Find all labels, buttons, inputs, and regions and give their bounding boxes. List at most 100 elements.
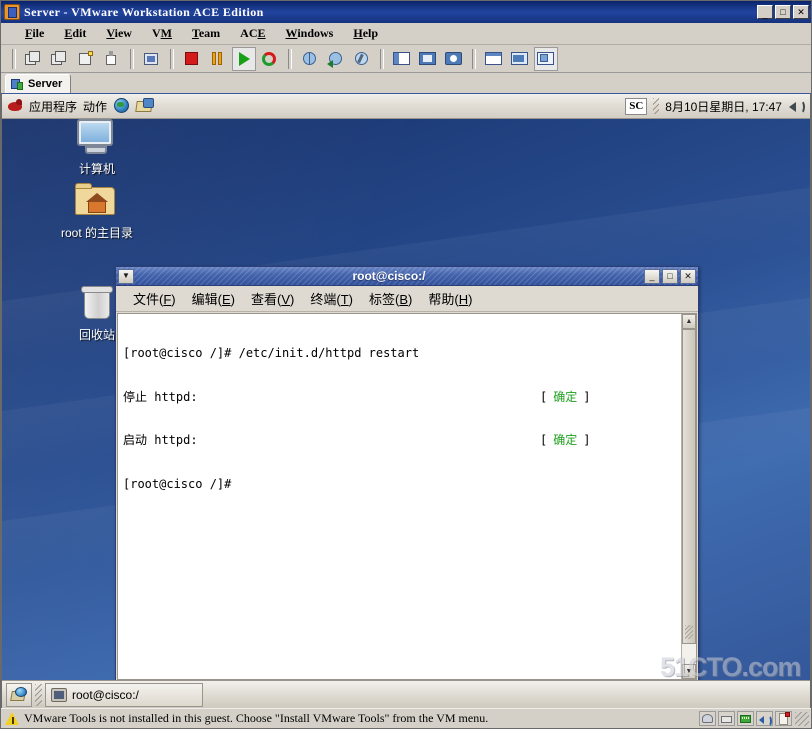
vm-stack-icon: [51, 50, 69, 67]
terminal-minimize-button[interactable]: _: [644, 268, 660, 284]
close-button[interactable]: ✕: [793, 5, 809, 19]
terminal-window[interactable]: ▼ root@cisco:/ _ □ ✕ 文件(F) 编辑(E) 查看(V) 终…: [115, 266, 699, 682]
network-icon[interactable]: [737, 711, 754, 726]
terminal-menu-tabs[interactable]: 标签(B): [362, 286, 419, 311]
terminal-menu-view[interactable]: 查看(V): [244, 286, 301, 311]
new-vm-button[interactable]: [74, 47, 98, 71]
terminal-body[interactable]: [root@cisco /]# /etc/init.d/httpd restar…: [117, 313, 697, 680]
terminal-menu-terminal[interactable]: 终端(T): [303, 286, 360, 311]
status-message: VMware Tools is not installed in this gu…: [24, 711, 489, 725]
desktop-icon-home[interactable]: root 的主目录: [58, 181, 136, 240]
stop-icon: [183, 51, 201, 67]
gnome-taskbar: root@cisco:/: [2, 680, 810, 708]
terminal-titlebar[interactable]: ▼ root@cisco:/ _ □ ✕: [116, 267, 698, 286]
guest-console[interactable]: 应用程序 动作 SC 8月10日星期日, 17:47 计算机 root 的主目录…: [1, 93, 811, 708]
power-on-vm-button[interactable]: [22, 47, 46, 71]
reset-icon: [261, 51, 279, 67]
gnome-panel-right: SC 8月10日星期日, 17:47: [625, 97, 806, 115]
maximize-button[interactable]: □: [775, 5, 791, 19]
devices-view-button[interactable]: [534, 46, 558, 71]
vm-tab-icon: [11, 78, 24, 91]
quick-switch-button[interactable]: [442, 47, 466, 71]
scroll-up-glyph: ▲: [685, 318, 693, 325]
main-menubar: File Edit View VM Team ACE Windows Help: [1, 23, 811, 45]
maximize-glyph: □: [780, 7, 786, 17]
show-sidebar-button[interactable]: [390, 47, 414, 71]
email-icon[interactable]: [136, 98, 155, 114]
terminal-line: 启动 httpd: [确定]: [123, 433, 676, 448]
fullscreen-button[interactable]: [416, 47, 440, 71]
menu-view[interactable]: View: [96, 24, 142, 43]
menu-file[interactable]: File: [15, 24, 54, 43]
gnome-panel-left: 应用程序 动作: [7, 98, 155, 115]
home-folder-icon: [73, 181, 121, 225]
panel-grip[interactable]: [653, 98, 660, 114]
snapshot-manager-button[interactable]: [350, 47, 374, 71]
cube-icon: [77, 50, 95, 67]
scrollbar-track[interactable]: [682, 329, 696, 664]
scrollbar-grip: [685, 624, 693, 639]
suspend-button[interactable]: [206, 47, 230, 71]
terminal-menu-help[interactable]: 帮助(H): [421, 286, 479, 311]
menu-vm[interactable]: VM: [142, 24, 182, 43]
device-status-icons: [699, 711, 792, 727]
taskbar-grip[interactable]: [35, 683, 42, 706]
trash-icon: [73, 283, 121, 327]
web-browser-icon[interactable]: [113, 98, 130, 114]
terminal-title: root@cisco:/: [352, 269, 426, 283]
summary-view-button[interactable]: [482, 47, 506, 71]
desktop-icon-home-label: root 的主目录: [60, 226, 133, 240]
terminal-scrollbar[interactable]: ▲ ▼: [681, 314, 696, 679]
show-desktop-button[interactable]: [6, 682, 32, 707]
menu-help[interactable]: Help: [343, 24, 388, 43]
vm-tabstrip: Server: [1, 73, 811, 93]
terminal-status-ok: 确定: [553, 389, 578, 404]
terminal-close-glyph: ✕: [684, 270, 692, 281]
window-menu-button[interactable]: ▼: [118, 268, 134, 284]
quick-switch-icon: [445, 51, 463, 67]
resize-grip[interactable]: [795, 711, 809, 726]
power-on-button[interactable]: [232, 46, 256, 71]
volume-icon[interactable]: [788, 98, 806, 114]
power-off-vm-button[interactable]: [48, 47, 72, 71]
sound-icon[interactable]: [756, 711, 773, 727]
terminal-menu-file[interactable]: 文件(F): [126, 286, 183, 311]
summary-icon: [485, 51, 503, 67]
take-snapshot-button[interactable]: [298, 47, 322, 71]
snapshot-button[interactable]: [140, 47, 164, 71]
floppy-icon[interactable]: [718, 711, 735, 726]
power-off-button[interactable]: [180, 47, 204, 71]
terminal-icon: [51, 687, 67, 702]
reset-button[interactable]: [258, 47, 282, 71]
gnome-menu-actions[interactable]: 动作: [83, 98, 107, 115]
menu-windows[interactable]: Windows: [276, 24, 344, 43]
window-controls: _ □ ✕: [757, 5, 809, 19]
main-toolbar: [1, 45, 811, 73]
scrollbar-thumb[interactable]: [682, 329, 696, 644]
console-view-button[interactable]: [508, 47, 532, 71]
menu-ace[interactable]: ACE: [230, 24, 275, 43]
document-icon[interactable]: [775, 711, 792, 726]
menu-edit[interactable]: Edit: [54, 24, 96, 43]
terminal-output[interactable]: [root@cisco /]# /etc/init.d/httpd restar…: [118, 314, 681, 679]
redhat-icon[interactable]: [7, 98, 23, 114]
window-menu-glyph: ▼: [122, 271, 130, 280]
desktop-icon-computer[interactable]: 计算机: [58, 119, 136, 176]
terminal-close-button[interactable]: ✕: [680, 268, 696, 284]
scroll-down-button[interactable]: ▼: [682, 664, 696, 679]
minimize-button[interactable]: _: [757, 5, 773, 19]
tab-server[interactable]: Server: [5, 74, 72, 93]
hard-disk-icon[interactable]: [699, 711, 716, 726]
panel-clock[interactable]: 8月10日星期日, 17:47: [665, 98, 782, 115]
terminal-menu-edit[interactable]: 编辑(E): [185, 286, 242, 311]
terminal-maximize-button[interactable]: □: [662, 268, 678, 284]
computer-icon: [73, 119, 121, 161]
gnome-menu-applications[interactable]: 应用程序: [29, 98, 77, 115]
scroll-up-button[interactable]: ▲: [682, 314, 696, 329]
keyboard-layout-indicator[interactable]: SC: [625, 97, 648, 115]
taskbar-item-terminal[interactable]: root@cisco:/: [45, 682, 203, 707]
revert-snapshot-button[interactable]: [324, 47, 348, 71]
terminal-line-text: 启动 httpd:: [123, 433, 198, 447]
menu-team[interactable]: Team: [182, 24, 230, 43]
connect-device-button[interactable]: [100, 47, 124, 71]
